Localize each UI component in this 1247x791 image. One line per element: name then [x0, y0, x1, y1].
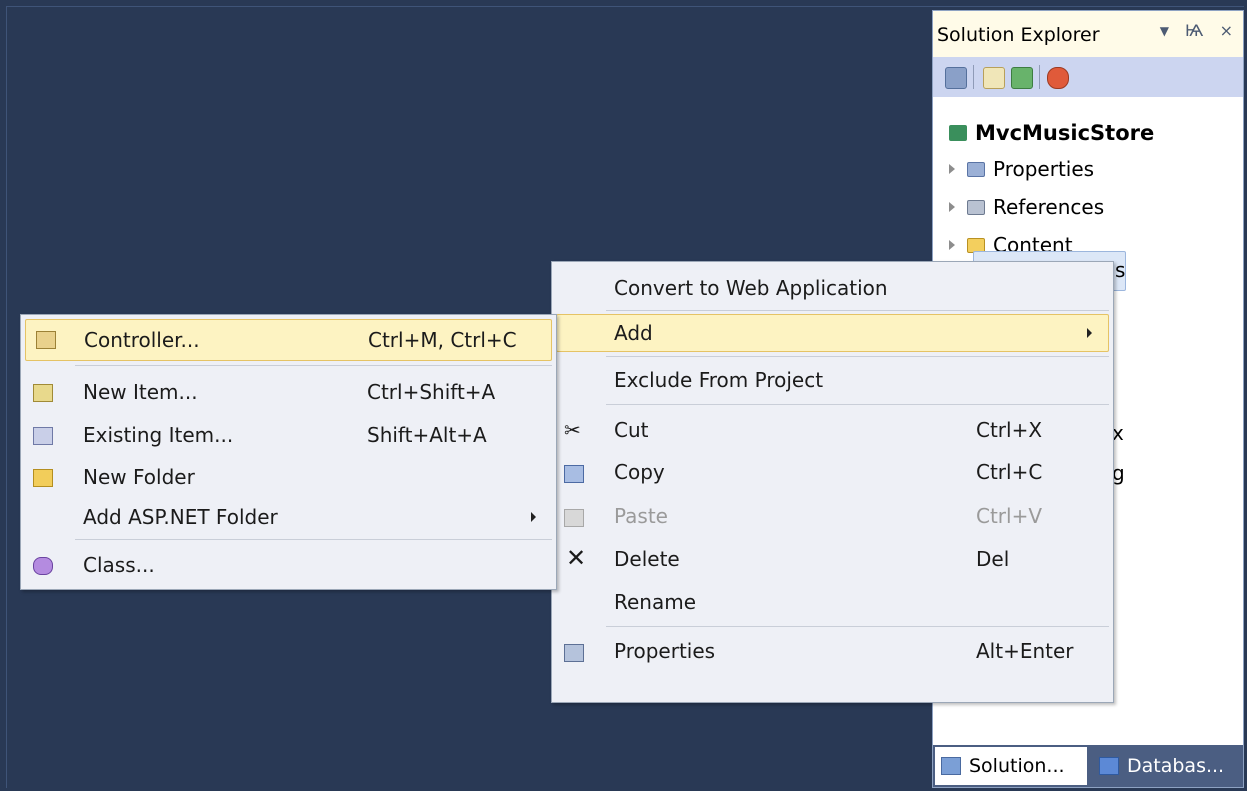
submenu-arrow-icon [531, 512, 536, 522]
menu-item-shortcut: Del [976, 547, 1010, 571]
menu-item-controller[interactable]: Controller... Ctrl+M, Ctrl+C [25, 319, 552, 361]
menu-item-label: Class... [83, 553, 155, 577]
expand-arrow-icon[interactable] [949, 202, 955, 212]
solution-explorer-toolbar [933, 57, 1243, 97]
expand-arrow-icon[interactable] [949, 164, 955, 174]
show-all-files-icon[interactable] [983, 67, 1005, 89]
context-menu: Convert to Web Application Add Exclude F… [551, 261, 1114, 703]
properties-icon[interactable] [945, 67, 967, 89]
paste-icon [564, 509, 584, 527]
menu-separator [75, 365, 552, 366]
menu-item-label: Existing Item... [83, 423, 234, 447]
new-item-icon [33, 384, 53, 402]
menu-item-rename[interactable]: Rename [552, 582, 1113, 622]
properties-icon [564, 644, 584, 662]
menu-item-label: New Folder [83, 465, 195, 489]
toolbar-separator [973, 65, 974, 89]
existing-item-icon [33, 427, 53, 445]
menu-item-label: Copy [614, 460, 665, 484]
tab-label: Solution... [969, 755, 1065, 777]
menu-item-add[interactable]: Add [556, 314, 1109, 352]
menu-item-label: New Item... [83, 380, 198, 404]
toolbar-separator [1039, 65, 1040, 89]
menu-separator [606, 310, 1109, 311]
panel-tabs: Solution... Databas... [933, 745, 1243, 787]
pin-icon[interactable]: Ѩ [1185, 21, 1204, 40]
menu-item-label: Paste [614, 504, 668, 528]
solution-explorer-header: Solution Explorer ▼ Ѩ × [933, 11, 1243, 58]
tab-solution-explorer[interactable]: Solution... [935, 747, 1087, 785]
tree-item-label: MvcMusicStore [975, 121, 1155, 145]
menu-item-shortcut: Ctrl+X [976, 418, 1043, 442]
view-class-diagram-icon[interactable] [1047, 67, 1069, 89]
tab-database-explorer[interactable]: Databas... [1093, 747, 1243, 785]
menu-item-label: Exclude From Project [614, 368, 824, 392]
scissors-icon: ✂ [564, 418, 581, 442]
menu-item-exclude-from-project[interactable]: Exclude From Project [552, 360, 1113, 400]
menu-item-shortcut: Ctrl+C [976, 460, 1043, 484]
menu-item-properties[interactable]: Properties Alt+Enter [552, 631, 1113, 671]
menu-separator [606, 626, 1109, 627]
menu-item-convert-to-web-application[interactable]: Convert to Web Application [552, 268, 1113, 308]
menu-separator [606, 404, 1109, 405]
menu-item-label: Add [614, 321, 653, 345]
tree-item-label: References [993, 195, 1105, 219]
menu-item-shortcut: Alt+Enter [976, 639, 1074, 663]
menu-item-shortcut: Shift+Alt+A [367, 423, 487, 447]
menu-item-paste[interactable]: Paste Ctrl+V [552, 496, 1113, 536]
expand-arrow-icon[interactable] [949, 240, 955, 250]
menu-item-add-aspnet-folder[interactable]: Add ASP.NET Folder [21, 497, 556, 537]
controller-icon [36, 331, 56, 349]
menu-item-new-folder[interactable]: New Folder [21, 457, 556, 497]
tree-item-project[interactable]: MvcMusicStore [949, 117, 1154, 149]
tree-item-references[interactable]: References [949, 191, 1104, 223]
add-submenu: Controller... Ctrl+M, Ctrl+C New Item...… [20, 314, 557, 590]
web-project-icon [949, 125, 967, 141]
menu-item-label: Add ASP.NET Folder [83, 505, 278, 529]
references-icon [967, 199, 985, 215]
menu-item-existing-item[interactable]: Existing Item... Shift+Alt+A [21, 415, 556, 455]
menu-item-copy[interactable]: Copy Ctrl+C [552, 452, 1113, 492]
dropdown-icon[interactable]: ▼ [1160, 24, 1169, 40]
class-icon [33, 557, 53, 575]
menu-item-label: Rename [614, 590, 697, 614]
menu-item-shortcut: Ctrl+V [976, 504, 1043, 528]
database-explorer-icon [1099, 757, 1119, 775]
solution-explorer-title: Solution Explorer [937, 24, 1100, 46]
panel-controls: ▼ Ѩ × [1160, 21, 1233, 40]
menu-item-new-item[interactable]: New Item... Ctrl+Shift+A [21, 372, 556, 412]
ide-background: Solution Explorer ▼ Ѩ × MvcMusicStore Pr… [0, 0, 1247, 791]
menu-item-label: Convert to Web Application [614, 276, 888, 300]
tab-label: Databas... [1127, 755, 1225, 777]
menu-item-label: Controller... [84, 328, 200, 352]
tree-item-label: Properties [993, 157, 1095, 181]
menu-item-label: Cut [614, 418, 649, 442]
submenu-arrow-icon [1087, 328, 1092, 338]
menu-separator [606, 356, 1109, 357]
close-icon[interactable]: × [1220, 21, 1233, 40]
menu-item-class[interactable]: Class... [21, 545, 556, 585]
menu-item-label: Delete [614, 547, 680, 571]
tree-item-label-partial: s [1115, 258, 1126, 282]
refresh-icon[interactable] [1011, 67, 1033, 89]
menu-item-delete[interactable]: ✕ Delete Del [552, 539, 1113, 579]
menu-separator [75, 539, 552, 540]
menu-item-shortcut: Ctrl+M, Ctrl+C [368, 328, 517, 352]
solution-explorer-icon [941, 757, 961, 775]
tree-item-properties[interactable]: Properties [949, 153, 1094, 185]
copy-icon [564, 465, 584, 483]
new-folder-icon [33, 469, 53, 487]
menu-item-label: Properties [614, 639, 716, 663]
properties-folder-icon [967, 161, 985, 177]
delete-icon: ✕ [566, 544, 587, 572]
menu-item-shortcut: Ctrl+Shift+A [367, 380, 496, 404]
menu-item-cut[interactable]: ✂ Cut Ctrl+X [552, 410, 1113, 450]
